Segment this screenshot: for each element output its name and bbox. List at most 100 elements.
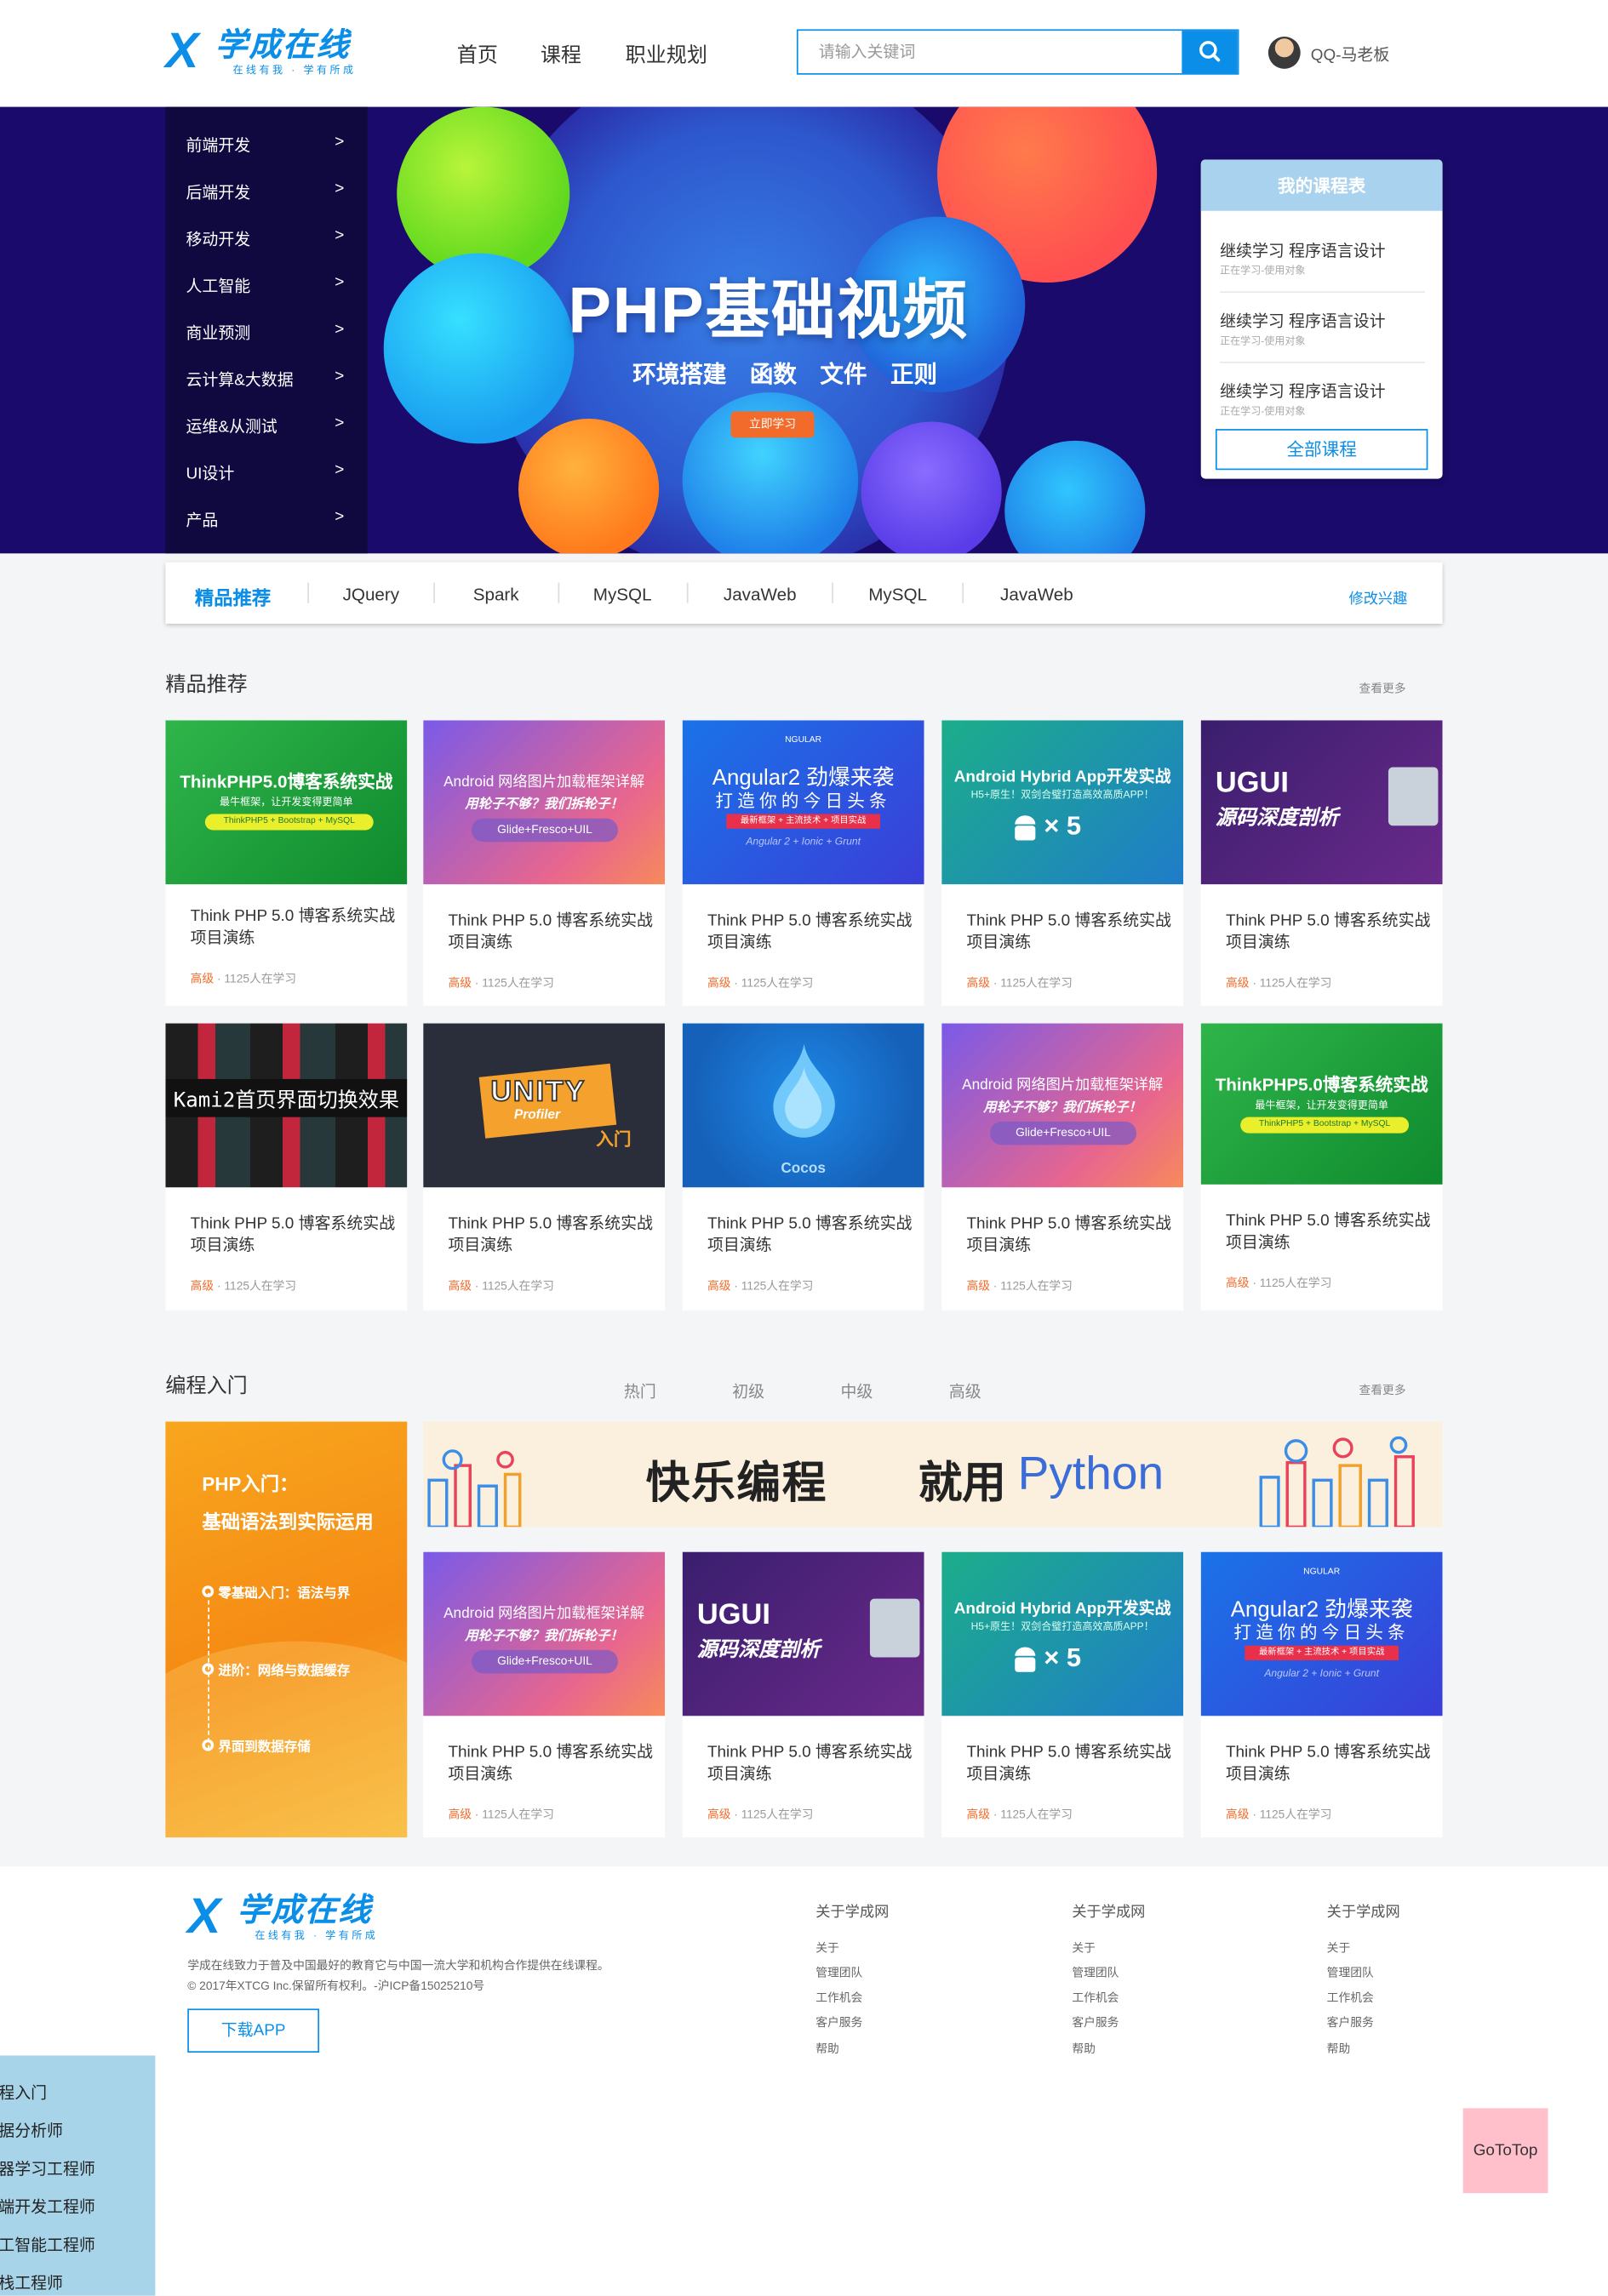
category-item[interactable]: 前端开发 >: [165, 120, 367, 167]
course-students: 1125人在学习: [224, 1279, 297, 1294]
side-panel-item[interactable]: 器学习工程师: [0, 2156, 95, 2180]
tab-advanced[interactable]: 高级: [949, 1379, 981, 1403]
course-card[interactable]: Android Hybrid App开发实战 H5+原生！双剑合璧打造高效高质A…: [941, 720, 1184, 1006]
side-panel-item[interactable]: 栈工程师: [0, 2270, 63, 2294]
category-item[interactable]: 人工智能 >: [165, 260, 367, 307]
footer-link[interactable]: 管理团队: [815, 1965, 862, 1981]
course-title: Think PHP 5.0 博客系统实战项目演练: [448, 911, 653, 952]
course-level: 高级: [190, 1279, 215, 1294]
category-label: 产品: [186, 512, 219, 530]
footer-link[interactable]: 管理团队: [1072, 1965, 1119, 1981]
footer-link[interactable]: 工作机会: [1327, 1990, 1374, 2006]
tag-item[interactable]: JQuery: [343, 584, 400, 604]
footer-link[interactable]: 关于: [815, 1940, 839, 1956]
category-item[interactable]: 运维&从测试 >: [165, 401, 367, 448]
course-card[interactable]: Cocos Think PHP 5.0 博客系统实战项目演练 高级 · 1125…: [682, 1023, 924, 1311]
footer-link[interactable]: 工作机会: [815, 1990, 862, 2006]
tab-beginner[interactable]: 初级: [732, 1379, 764, 1403]
thumbnail-extra: Angular 2 + Ionic + Grunt: [746, 837, 861, 848]
thumbnail-title: ThinkPHP5.0博客系统实战: [1215, 1074, 1428, 1095]
search-input[interactable]: [798, 31, 1182, 74]
php-intro-promo[interactable]: PHP入门： 基础语法到实际运用 零基础入门：语法与界 进阶：网络与数据缓存 界…: [165, 1421, 408, 1838]
start-learning-button[interactable]: 立即学习: [730, 411, 815, 438]
course-card[interactable]: Android 网络图片加载框架详解 用轮子不够？我们拆轮子！ Glide+Fr…: [423, 1551, 666, 1838]
footer-logo[interactable]: X 学成在线 在线有我 · 学有所成: [187, 1892, 399, 1945]
nav-home[interactable]: 首页: [457, 39, 498, 68]
course-card[interactable]: NGULAR Angular2 劲爆来袭 打造你的今日头条 最新框架 + 主流技…: [682, 720, 924, 1006]
category-item[interactable]: 后端开发 >: [165, 167, 367, 214]
course-meta: 高级 · 1125人在学习: [448, 1279, 554, 1294]
footer-link[interactable]: 关于: [1072, 1940, 1096, 1956]
footer-link[interactable]: 帮助: [1072, 2041, 1096, 2057]
category-item[interactable]: 产品 >: [165, 494, 367, 541]
course-level: 高级: [1225, 1277, 1250, 1290]
course-level: 高级: [448, 1279, 472, 1294]
course-thumbnail: Android Hybrid App开发实战 H5+原生！双剑合璧打造高效高质A…: [941, 720, 1184, 885]
category-item[interactable]: 移动开发 >: [165, 214, 367, 260]
go-to-top-button[interactable]: GoToTop: [1462, 2108, 1548, 2194]
course-card[interactable]: Android Hybrid App开发实战 H5+原生！双剑合璧打造高效高质A…: [941, 1551, 1184, 1838]
course-card[interactable]: Android 网络图片加载框架详解 用轮子不够？我们拆轮子！ Glide+Fr…: [941, 1023, 1184, 1311]
course-card[interactable]: UGUI 源码深度剖析 Think PHP 5.0 博客系统实战项目演练 高级 …: [1200, 720, 1443, 1006]
edit-interests-link[interactable]: 修改兴趣: [1348, 585, 1407, 608]
avatar[interactable]: [1268, 37, 1301, 69]
side-panel-item[interactable]: 工智能工程师: [0, 2233, 95, 2257]
course-card[interactable]: UNITY Profiler 入门 Think PHP 5.0 博客系统实战项目…: [423, 1023, 666, 1311]
tag-item[interactable]: Spark: [473, 584, 519, 604]
side-panel-item[interactable]: 程入门: [0, 2081, 47, 2105]
view-more-featured[interactable]: 查看更多: [1359, 681, 1406, 697]
course-title: Think PHP 5.0 博客系统实战项目演练: [448, 1743, 653, 1784]
category-item[interactable]: 云计算&大数据 >: [165, 354, 367, 401]
course-card[interactable]: NGULAR Angular2 劲爆来袭 打造你的今日头条 最新框架 + 主流技…: [1200, 1551, 1443, 1838]
course-panel-item[interactable]: 继续学习 程序语言设计 正在学习-使用对象: [1220, 224, 1425, 294]
course-card[interactable]: Android 网络图片加载框架详解 用轮子不够？我们拆轮子！ Glide+Fr…: [423, 720, 666, 1006]
course-panel-item-sub: 正在学习-使用对象: [1220, 407, 1306, 418]
footer-link[interactable]: 工作机会: [1072, 1990, 1119, 2006]
chevron-right-icon: >: [335, 367, 345, 386]
category-label: 人工智能: [186, 277, 251, 296]
course-card[interactable]: ThinkPHP5.0博客系统实战 最牛框架，让开发变得更简单 ThinkPHP…: [165, 720, 408, 1006]
tab-intermediate[interactable]: 中级: [841, 1379, 873, 1403]
course-thumbnail: Android 网络图片加载框架详解 用轮子不够？我们拆轮子！ Glide+Fr…: [941, 1023, 1184, 1188]
course-meta: 高级 · 1125人在学习: [707, 1279, 814, 1294]
course-card[interactable]: Kami2首页界面切换效果 Think PHP 5.0 博客系统实战项目演练 高…: [165, 1023, 408, 1311]
nav-career[interactable]: 职业规划: [626, 39, 707, 68]
footer-description: 学成在线致力于普及中国最好的教育它与中国一流大学和机构合作提供在线课程。: [187, 1958, 609, 1973]
footer-link[interactable]: 关于: [1327, 1940, 1351, 1956]
course-meta: 高级 · 1125人在学习: [1225, 976, 1332, 990]
search-button[interactable]: [1182, 31, 1238, 74]
logo[interactable]: X 学成在线 在线有我 · 学有所成: [165, 26, 377, 79]
chevron-right-icon: >: [335, 133, 345, 151]
python-banner[interactable]: 快乐编程 就用 Python: [423, 1421, 1443, 1528]
category-label: 运维&从测试: [186, 419, 278, 437]
nav-courses[interactable]: 课程: [541, 39, 581, 68]
side-panel-item[interactable]: 据分析师: [0, 2118, 63, 2142]
tag-item[interactable]: JavaWeb: [1000, 584, 1073, 604]
course-level: 高级: [707, 1808, 731, 1822]
course-panel-item[interactable]: 继续学习 程序语言设计 正在学习-使用对象: [1220, 294, 1425, 363]
tab-hot[interactable]: 热门: [624, 1379, 656, 1403]
download-app-button[interactable]: 下载APP: [187, 2008, 320, 2053]
footer-link[interactable]: 帮助: [815, 2041, 839, 2057]
footer-link[interactable]: 客户服务: [815, 2014, 862, 2030]
course-card[interactable]: UGUI 源码深度剖析 Think PHP 5.0 博客系统实战项目演练 高级 …: [682, 1551, 924, 1838]
tag-item[interactable]: JavaWeb: [724, 584, 797, 604]
footer-link[interactable]: 帮助: [1327, 2041, 1351, 2057]
user-name[interactable]: QQ-马老板: [1311, 43, 1390, 66]
tag-item[interactable]: MySQL: [868, 584, 927, 604]
footer-link[interactable]: 管理团队: [1327, 1965, 1374, 1981]
category-item[interactable]: UI设计 >: [165, 448, 367, 494]
course-panel-item[interactable]: 继续学习 程序语言设计 正在学习-使用对象: [1220, 364, 1425, 433]
view-more-programming[interactable]: 查看更多: [1359, 1382, 1406, 1398]
divider: [686, 582, 689, 603]
course-meta: 高级 · 1125人在学习: [966, 1808, 1073, 1822]
section-title-featured: 精品推荐: [165, 671, 248, 696]
category-item[interactable]: 商业预测 >: [165, 307, 367, 354]
tag-featured[interactable]: 精品推荐: [195, 583, 271, 611]
footer-link[interactable]: 客户服务: [1327, 2014, 1374, 2030]
course-card[interactable]: ThinkPHP5.0博客系统实战 最牛框架，让开发变得更简单 ThinkPHP…: [1200, 1023, 1443, 1311]
side-panel-item[interactable]: 端开发工程师: [0, 2195, 95, 2219]
footer-link[interactable]: 客户服务: [1072, 2014, 1119, 2030]
all-courses-button[interactable]: 全部课程: [1215, 429, 1428, 471]
tag-item[interactable]: MySQL: [593, 584, 652, 604]
